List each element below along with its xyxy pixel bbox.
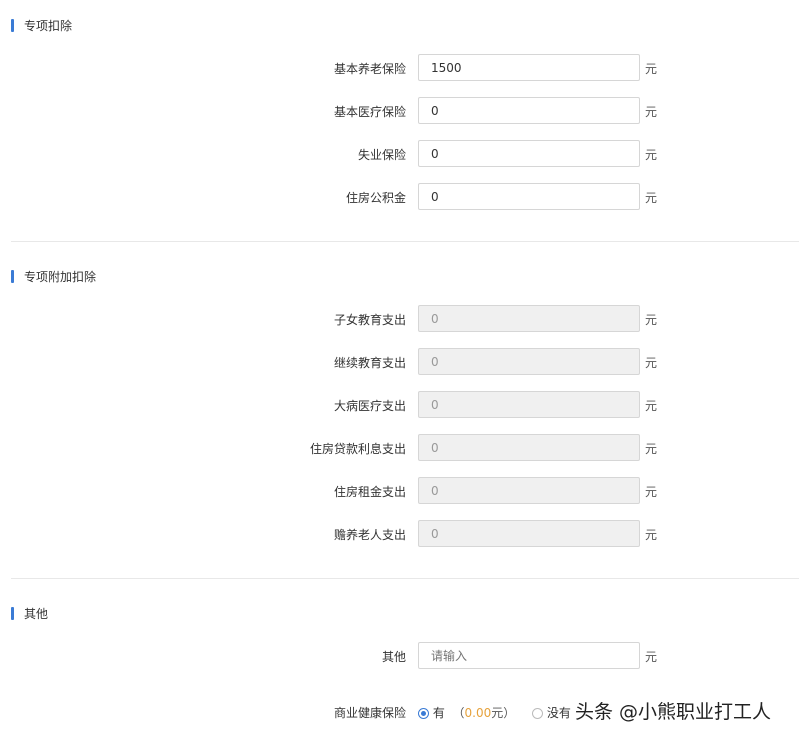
section-marker [11,269,14,283]
section-marker [11,18,14,32]
row-housing-fund: 住房公积金 元 [0,183,799,211]
other-input[interactable] [418,642,640,669]
unit-label: 元 [645,148,658,162]
amount-unit: 元） [491,706,516,720]
unit-label: 元 [645,650,658,664]
housing-fund-input[interactable] [418,183,640,210]
section-header-additional-deduction: 专项附加扣除 [11,268,96,284]
section-title: 其他 [24,606,49,621]
mortgage-interest-input [418,434,640,461]
field-label: 基本医疗保险 [333,105,406,119]
continuing-education-input [418,348,640,375]
unit-label: 元 [645,356,658,370]
watermark: 头条 @小熊职业打工人 [575,701,772,723]
serious-illness-input [418,391,640,418]
radio-yes[interactable]: 有 （0.00元） [418,704,515,721]
row-medical: 基本医疗保险 元 [0,97,799,125]
row-serious-illness: 大病医疗支出 元 [0,391,799,419]
amount-open: （ [452,706,465,720]
medical-input[interactable] [418,97,640,124]
row-pension: 基本养老保险 元 [0,54,799,82]
section-title: 专项扣除 [24,18,73,33]
section-marker [11,606,14,620]
section-title: 专项附加扣除 [24,269,97,284]
field-label: 住房贷款利息支出 [309,442,406,456]
field-label: 其他 [381,650,406,664]
section-header-other: 其他 [11,605,48,621]
row-rent: 住房租金支出 元 [0,477,799,505]
unit-label: 元 [645,485,658,499]
row-child-education: 子女教育支出 元 [0,305,799,333]
section-header-special-deduction: 专项扣除 [11,17,72,33]
radio-checked-icon [418,708,429,719]
field-label: 继续教育支出 [333,356,406,370]
row-continuing-education: 继续教育支出 元 [0,348,799,376]
field-label: 住房公积金 [345,191,406,205]
row-unemployment: 失业保险 元 [0,140,799,168]
radio-unchecked-icon [532,708,543,719]
amount-value: 0.00 [464,706,492,720]
row-elderly-support: 赡养老人支出 元 [0,520,799,548]
divider [11,578,799,579]
field-label: 失业保险 [357,148,406,162]
field-label: 子女教育支出 [333,313,406,327]
unit-label: 元 [645,313,658,327]
radio-no[interactable]: 没有 [532,704,571,721]
pension-input[interactable] [418,54,640,81]
unit-label: 元 [645,62,658,76]
unit-label: 元 [645,105,658,119]
unit-label: 元 [645,191,658,205]
row-other: 其他 元 [0,642,799,670]
rent-input [418,477,640,504]
row-mortgage-interest: 住房贷款利息支出 元 [0,434,799,462]
unit-label: 元 [645,442,658,456]
unit-label: 元 [645,399,658,413]
radio-no-label: 没有 [546,706,571,720]
divider [11,241,799,242]
child-education-input [418,305,640,332]
field-label: 基本养老保险 [333,62,406,76]
field-label: 商业健康保险 [333,706,406,720]
field-label: 大病医疗支出 [333,399,406,413]
field-label: 住房租金支出 [333,485,406,499]
field-label: 赡养老人支出 [333,528,406,542]
elderly-support-input [418,520,640,547]
unemployment-input[interactable] [418,140,640,167]
unit-label: 元 [645,528,658,542]
radio-yes-label: 有 [432,706,445,720]
